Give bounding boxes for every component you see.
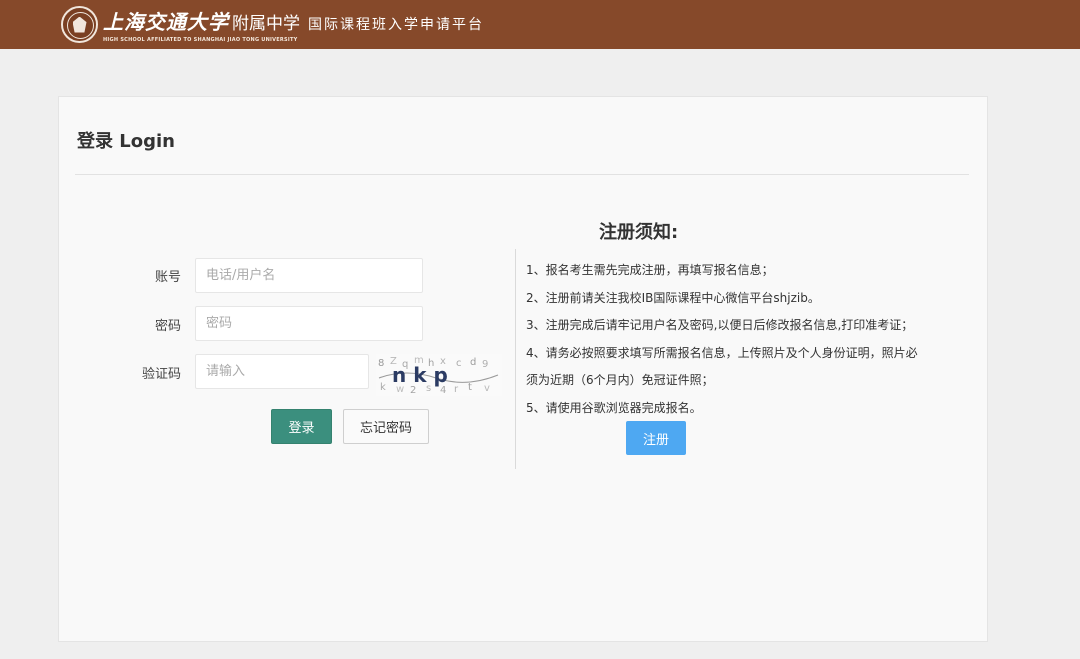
svg-text:t: t bbox=[468, 382, 472, 393]
title-divider bbox=[75, 174, 969, 175]
notice-item: 5、请使用谷歌浏览器完成报名。 bbox=[526, 400, 702, 415]
vertical-divider bbox=[515, 249, 516, 469]
register-button[interactable]: 注册 bbox=[626, 421, 686, 455]
password-input[interactable] bbox=[195, 306, 423, 341]
account-input[interactable] bbox=[195, 258, 423, 293]
notice-item: 1、报名考生需先完成注册，再填写报名信息； bbox=[526, 263, 774, 277]
svg-text:k: k bbox=[380, 382, 386, 393]
logo-english-name: HIGH SCHOOL AFFILIATED TO SHANGHAI JIAO … bbox=[103, 37, 298, 43]
logo-text-block: 上海交通大学 附属中学 国际课程班入学申请平台 HIGH SCHOOL AFFI… bbox=[103, 6, 484, 43]
captcha-image[interactable]: 8 Z q m h x c d 9 k w 2 s 4 r t v nkp bbox=[376, 354, 502, 396]
header-bar: 上海交通大学 附属中学 国际课程班入学申请平台 HIGH SCHOOL AFFI… bbox=[0, 0, 1080, 49]
school-seal-icon bbox=[61, 6, 98, 43]
captcha-input[interactable] bbox=[195, 354, 369, 389]
logo-school-name: 附属中学 bbox=[232, 14, 300, 34]
login-title: 登录 Login bbox=[77, 131, 175, 152]
notice-item: 须为近期（6个月内）免冠证件照； bbox=[526, 373, 714, 387]
svg-text:c: c bbox=[456, 358, 462, 369]
svg-text:8: 8 bbox=[378, 358, 384, 369]
registration-notice-list: 1、报名考生需先完成注册，再填写报名信息； 2、注册前请关注我校IB国际课程中心… bbox=[526, 257, 966, 422]
logo-university-name: 上海交通大学 bbox=[103, 10, 229, 34]
notice-item: 4、请务必按照要求填写所需报名信息，上传照片及个人身份证明，照片必 bbox=[526, 345, 918, 360]
registration-notice-title: 注册须知: bbox=[599, 222, 679, 243]
captcha-label: 验证码 bbox=[141, 367, 181, 382]
notice-item: 3、注册完成后请牢记用户名及密码,以便日后修改报名信息,打印准考证； bbox=[526, 318, 914, 332]
svg-text:v: v bbox=[484, 383, 490, 394]
captcha-glyphs: nkp bbox=[392, 363, 455, 387]
login-button[interactable]: 登录 bbox=[271, 409, 332, 444]
svg-text:d: d bbox=[470, 357, 476, 368]
password-label: 密码 bbox=[154, 319, 181, 334]
account-label: 账号 bbox=[154, 270, 181, 285]
login-card: 登录 Login 账号 密码 验证码 8 Z q m h x c d 9 k w… bbox=[58, 96, 988, 642]
notice-item: 2、注册前请关注我校IB国际课程中心微信平台shjzib。 bbox=[526, 290, 820, 305]
school-logo[interactable]: 上海交通大学 附属中学 国际课程班入学申请平台 HIGH SCHOOL AFFI… bbox=[61, 0, 484, 49]
svg-text:9: 9 bbox=[482, 359, 488, 370]
platform-name: 国际课程班入学申请平台 bbox=[308, 17, 484, 33]
forgot-password-button[interactable]: 忘记密码 bbox=[343, 409, 429, 444]
